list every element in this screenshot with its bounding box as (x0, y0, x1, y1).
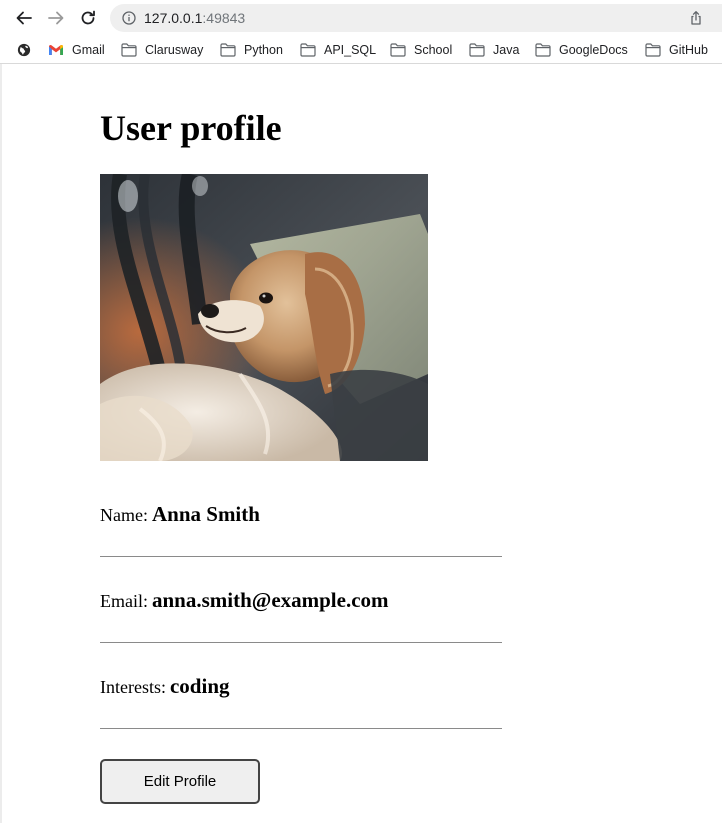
folder-icon (390, 43, 406, 57)
edit-profile-button[interactable]: Edit Profile (100, 759, 260, 804)
gmail-icon (49, 45, 63, 55)
globe-icon (17, 43, 31, 57)
interests-row: Interests: coding (100, 674, 502, 699)
divider (100, 728, 502, 729)
name-row: Name: Anna Smith (100, 502, 502, 527)
url-text[interactable]: 127.0.0.1:49843 (144, 10, 245, 26)
divider (100, 556, 502, 557)
name-label: Name: (100, 505, 148, 525)
bookmark-label: Python (244, 43, 283, 57)
email-value: anna.smith@example.com (152, 588, 389, 612)
reload-icon (81, 10, 95, 25)
bookmark-label: School (414, 43, 453, 57)
folder-icon (220, 43, 236, 57)
url-port: :49843 (202, 10, 246, 26)
email-label: Email: (100, 591, 148, 611)
interests-value: coding (169, 674, 230, 698)
bookmark-globe[interactable] (16, 42, 40, 58)
back-button[interactable] (12, 6, 36, 30)
bookmark-folder-clarusway[interactable]: Clarusway (121, 42, 203, 58)
divider (100, 642, 502, 643)
window-edge (0, 64, 2, 823)
email-row: Email: anna.smith@example.com (100, 588, 502, 613)
name-value: Anna Smith (151, 502, 260, 526)
reload-button[interactable] (76, 6, 100, 30)
folder-icon (469, 43, 485, 57)
bookmark-folder-api-sql[interactable]: API_SQL (300, 42, 376, 58)
interests-label: Interests: (100, 677, 166, 697)
forward-button[interactable] (44, 6, 68, 30)
bookmark-folder-java[interactable]: Java (469, 42, 519, 58)
bookmark-gmail[interactable]: Gmail (48, 42, 105, 58)
bookmark-label: Java (493, 43, 520, 57)
bookmark-label: API_SQL (324, 43, 377, 57)
bookmark-folder-github[interactable]: GitHub (645, 42, 708, 58)
dog-photo-icon (100, 174, 428, 461)
folder-icon (645, 43, 661, 57)
share-icon[interactable] (688, 10, 704, 26)
folder-icon (121, 43, 137, 57)
bookmark-label: Clarusway (145, 43, 204, 57)
address-bar[interactable]: 127.0.0.1:49843 (110, 4, 722, 32)
folder-icon (535, 43, 551, 57)
bookmark-label: GoogleDocs (559, 43, 628, 57)
bookmark-folder-school[interactable]: School (390, 42, 452, 58)
bookmark-label: Gmail (72, 43, 105, 57)
profile-photo (100, 174, 428, 461)
arrow-left-icon (16, 11, 32, 25)
arrow-right-icon (48, 11, 64, 25)
bookmark-folder-python[interactable]: Python (220, 42, 283, 58)
bookmarks-bar: Gmail Clarusway Python API_SQL School Ja… (0, 36, 722, 64)
bookmark-folder-googledocs[interactable]: GoogleDocs (535, 42, 628, 58)
url-host: 127.0.0.1 (144, 10, 203, 26)
folder-icon (300, 43, 316, 57)
browser-toolbar: 127.0.0.1:49843 (0, 0, 722, 36)
info-icon[interactable] (122, 11, 136, 25)
bookmark-label: GitHub (669, 43, 708, 57)
page-title: User profile (100, 108, 282, 148)
